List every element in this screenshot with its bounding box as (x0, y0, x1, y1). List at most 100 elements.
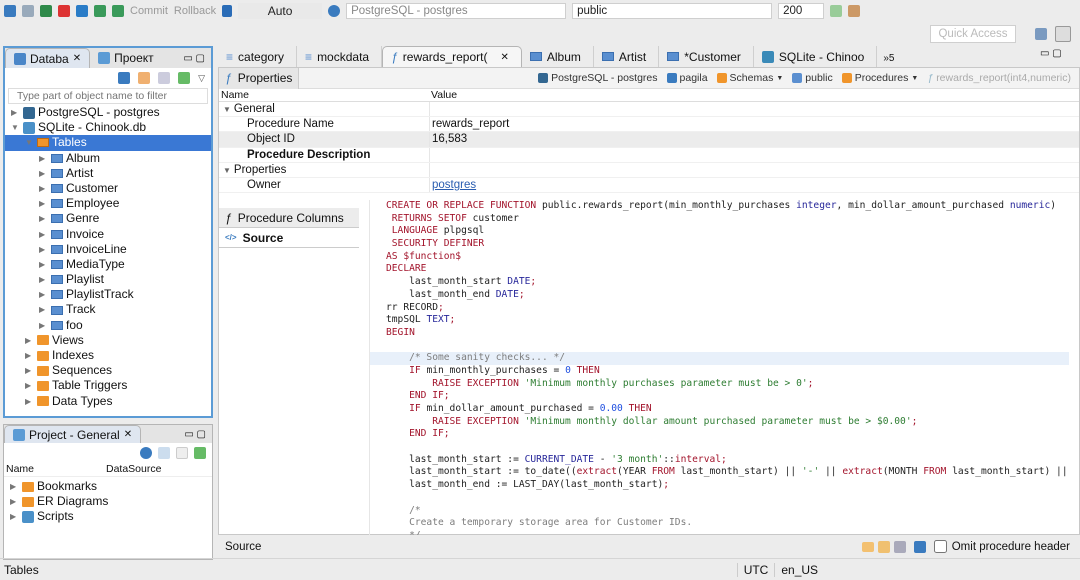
editor-tab[interactable]: Album (522, 46, 594, 67)
property-row[interactable]: Owner postgres (219, 177, 1079, 194)
tree-item[interactable]: ▶ Sequences (5, 363, 211, 378)
tree-item[interactable]: ▶ Employee (5, 196, 211, 211)
minimize-maximize-icon[interactable]: ▭ ▢ (177, 53, 211, 68)
collapsed-arrow-icon[interactable]: ▶ (39, 227, 48, 242)
link-editor-icon[interactable] (178, 72, 191, 84)
tree-item[interactable]: ▶ Indexes (5, 348, 211, 363)
collapsed-arrow-icon[interactable]: ▶ (11, 105, 20, 120)
minimize-maximize-icon[interactable]: ▭ ▢ (178, 429, 212, 443)
new-connection-icon[interactable] (4, 5, 16, 17)
tools-icon[interactable] (848, 5, 861, 17)
editor-tab[interactable]: ≡ mockdata (297, 46, 383, 67)
commit-button[interactable]: Commit (130, 5, 168, 17)
collapsed-arrow-icon[interactable]: ▶ (39, 257, 48, 272)
collapsed-arrow-icon[interactable]: ▶ (39, 302, 48, 317)
tab-database-navigator[interactable]: Databa ✕ (5, 48, 91, 68)
tree-item[interactable]: ▶ Genre (5, 211, 211, 226)
navigator-filter-input[interactable] (8, 88, 208, 104)
breadcrumb-item[interactable]: Schemas ▼ (716, 72, 783, 84)
property-row[interactable]: Procedure Description (219, 147, 1079, 163)
collapsed-arrow-icon[interactable]: ▶ (39, 196, 48, 211)
view-menu-icon[interactable]: ▽ (198, 73, 205, 84)
collapsed-arrow-icon[interactable]: ▶ (39, 151, 48, 166)
editor-minimize-maximize-icon[interactable]: ▭ ▢ (1040, 48, 1062, 59)
project-item[interactable]: ▶ Scripts (10, 509, 212, 524)
dropdown-arrow-icon[interactable]: ▼ (911, 75, 918, 82)
commit-mode-selector[interactable]: Auto (238, 3, 323, 19)
collapsed-arrow-icon[interactable]: ▶ (39, 287, 48, 302)
collapsed-arrow-icon[interactable]: ▶ (25, 348, 34, 363)
new-folder-icon[interactable] (138, 72, 151, 84)
column-header-name[interactable]: Name (219, 89, 429, 101)
breadcrumb-item[interactable]: public (792, 72, 833, 84)
collapse-all-icon[interactable] (158, 447, 170, 459)
project-item[interactable]: ▶ Bookmarks (10, 479, 212, 494)
tab-project-general[interactable]: Project - General ✕ (4, 425, 142, 443)
transaction-mode-icon[interactable] (222, 5, 233, 17)
gear-icon[interactable] (140, 447, 152, 459)
close-icon[interactable]: ✕ (124, 429, 132, 440)
collapsed-arrow-icon[interactable]: ▶ (25, 363, 34, 378)
tree-item[interactable]: ▶ Invoice (5, 227, 211, 242)
tree-item[interactable]: ▶ Data Types (5, 394, 211, 409)
link-editor-icon[interactable] (194, 447, 206, 459)
editor-tab[interactable]: Artist (594, 46, 660, 67)
open-folder-icon[interactable] (861, 541, 874, 552)
schema-selector[interactable]: public (572, 3, 773, 19)
tree-item[interactable]: ▶ Track (5, 302, 211, 317)
refresh-icon[interactable] (830, 5, 843, 17)
collapsed-arrow-icon[interactable]: ▶ (39, 318, 48, 333)
dbeaver-perspective-icon[interactable] (1055, 26, 1071, 42)
collapse-all-icon[interactable] (158, 72, 171, 84)
tree-item[interactable]: ▶ PlaylistTrack (5, 287, 211, 302)
dropdown-arrow-icon[interactable]: ▼ (776, 75, 783, 82)
result-limit-input[interactable]: 200 (778, 3, 825, 19)
collapsed-arrow-icon[interactable]: ▶ (25, 394, 34, 409)
tab-properties[interactable]: ƒ Properties (219, 67, 300, 89)
expanded-arrow-icon[interactable]: ▼ (223, 166, 231, 175)
load-icon[interactable] (877, 540, 890, 553)
breadcrumb-item[interactable]: ƒ rewards_report(int4,numeric) (927, 72, 1071, 84)
tree-item[interactable]: ▶ Album (5, 151, 211, 166)
property-row[interactable]: ▼ Properties (219, 162, 1079, 178)
property-row[interactable]: Object ID 16,583 (219, 132, 1079, 148)
quick-access-input[interactable]: Quick Access (930, 25, 1016, 43)
close-icon[interactable]: ✕ (73, 53, 81, 64)
breadcrumb-item[interactable]: Procedures ▼ (841, 72, 918, 84)
column-header-name[interactable]: Name (6, 463, 106, 476)
close-icon[interactable]: ✕ (500, 52, 508, 63)
property-row[interactable]: ▼ General (219, 102, 1079, 118)
open-script-icon[interactable] (112, 5, 124, 17)
new-script-icon[interactable] (94, 5, 106, 17)
tree-item[interactable]: ▶ Customer (5, 181, 211, 196)
expand-all-icon[interactable] (176, 447, 188, 459)
disconnect-icon[interactable] (58, 5, 70, 17)
collapsed-arrow-icon[interactable]: ▶ (10, 479, 19, 494)
column-header-datasource[interactable]: DataSource (106, 463, 161, 476)
tree-item[interactable]: ▶ Artist (5, 166, 211, 181)
source-code-editor[interactable]: CREATE OR REPLACE FUNCTION public.reward… (369, 200, 1069, 535)
open-perspective-icon[interactable] (1035, 28, 1047, 40)
tree-item[interactable]: ▶ Playlist (5, 272, 211, 287)
tree-item[interactable]: ▶ MediaType (5, 257, 211, 272)
property-row[interactable]: Procedure Name rewards_report (219, 117, 1079, 133)
collapsed-arrow-icon[interactable]: ▶ (39, 272, 48, 287)
tree-item[interactable]: ▶ PostgreSQL - postgres (5, 105, 211, 120)
collapsed-arrow-icon[interactable]: ▶ (39, 181, 48, 196)
save-icon[interactable] (893, 540, 906, 553)
collapsed-arrow-icon[interactable]: ▶ (10, 509, 19, 524)
editor-tab[interactable]: *Customer (659, 46, 754, 67)
tree-item[interactable]: ▶ InvoiceLine (5, 242, 211, 257)
project-item[interactable]: ▶ ER Diagrams (10, 494, 212, 509)
console-icon[interactable] (913, 540, 926, 553)
tab-procedure-columns[interactable]: ƒ Procedure Columns (219, 208, 359, 228)
collapsed-arrow-icon[interactable]: ▶ (39, 166, 48, 181)
collapsed-arrow-icon[interactable]: ▶ (25, 333, 34, 348)
editor-tab[interactable]: ƒ rewards_report(✕ (382, 46, 522, 67)
history-icon[interactable] (328, 5, 341, 17)
tree-item[interactable]: ▶ Table Triggers (5, 378, 211, 393)
breadcrumb-item[interactable]: PostgreSQL - postgres (538, 72, 658, 84)
collapsed-arrow-icon[interactable]: ▶ (39, 211, 48, 226)
tab-project[interactable]: Проект (90, 48, 162, 68)
breadcrumb-item[interactable]: pagila (666, 72, 708, 84)
